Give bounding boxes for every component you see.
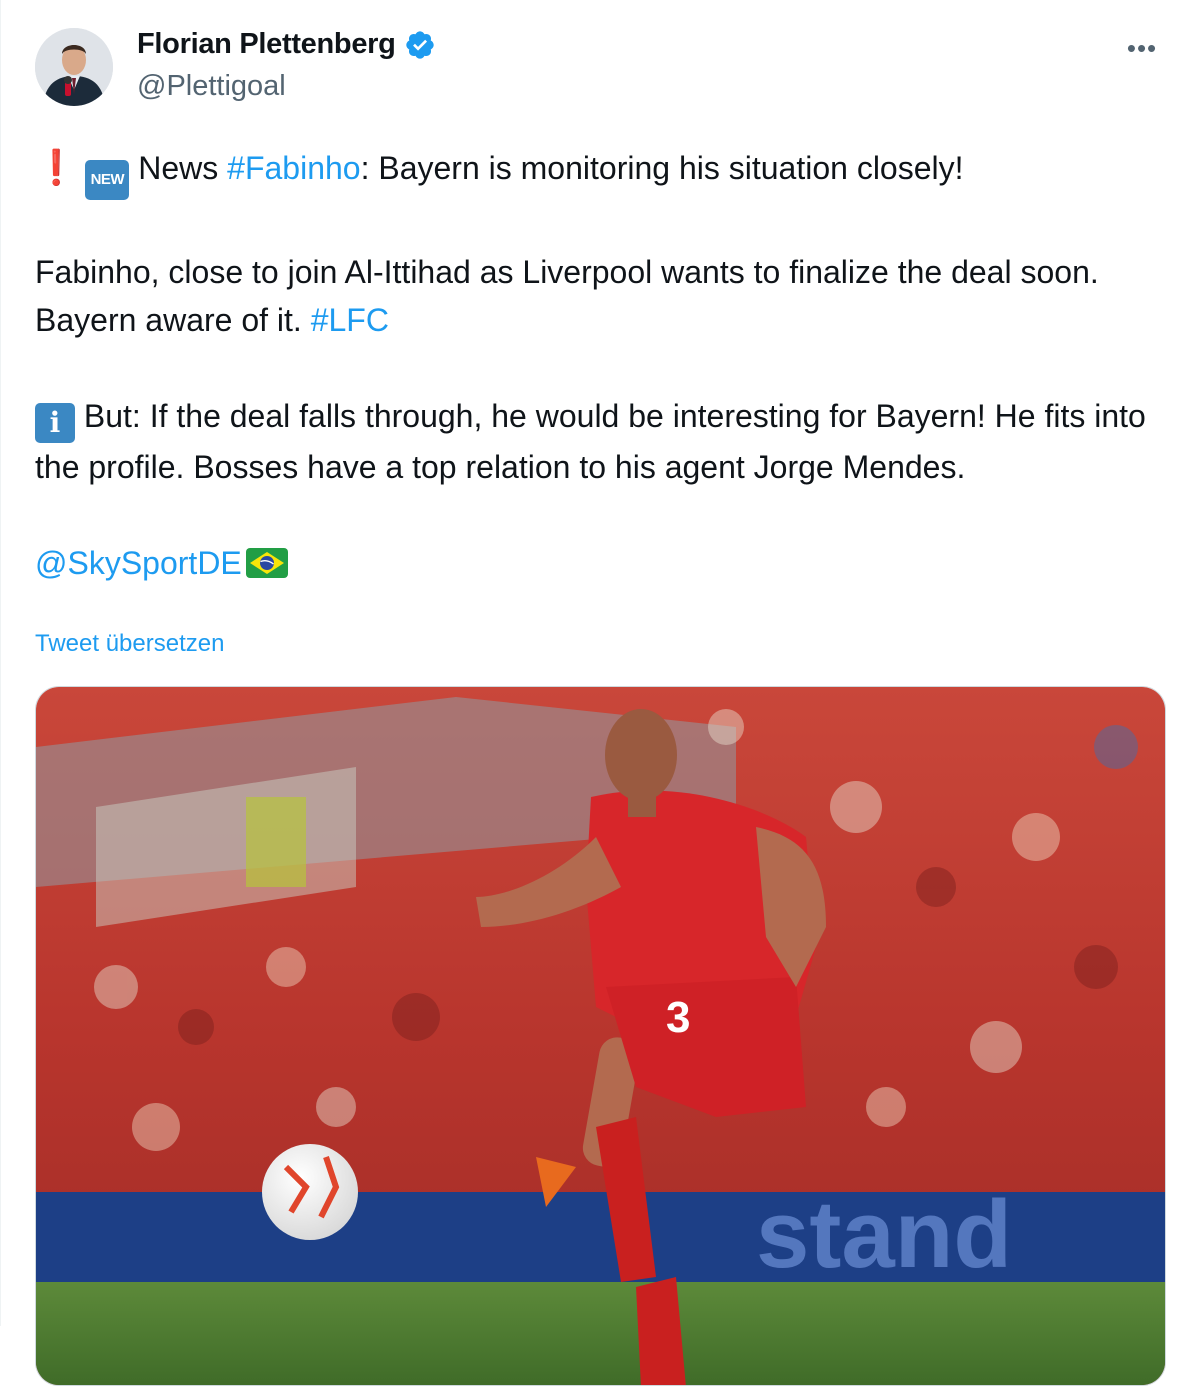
translate-tweet-link[interactable]: Tweet übersetzen bbox=[35, 630, 224, 658]
svg-text:stand: stand bbox=[756, 1181, 1012, 1288]
author-name-row: Florian Plettenberg bbox=[137, 28, 436, 61]
author-display-name[interactable]: Florian Plettenberg bbox=[137, 28, 396, 61]
tweet-text: ❗ NEW News #Fabinho: Bayern is monitoring… bbox=[35, 144, 1155, 587]
news-headline: : Bayern is monitoring his situation clo… bbox=[360, 150, 964, 186]
hashtag-lfc-link[interactable]: #LFC bbox=[311, 302, 389, 338]
avatar[interactable] bbox=[35, 28, 113, 106]
tweet-paragraph-3: i But: If the deal falls through, he wou… bbox=[35, 392, 1155, 491]
author-handle[interactable]: @Plettigoal bbox=[137, 70, 286, 103]
tweet-paragraph-4: @SkySportDE bbox=[35, 539, 1155, 587]
hashtag-fabinho-link[interactable]: #Fabinho bbox=[227, 150, 360, 186]
more-options-icon: ••• bbox=[1126, 32, 1158, 63]
more-options-button[interactable]: ••• bbox=[1124, 30, 1160, 66]
paragraph-2-text: Fabinho, close to join Al-Ittihad as Liv… bbox=[35, 254, 1099, 338]
svg-text:3: 3 bbox=[666, 993, 690, 1042]
verified-badge-icon bbox=[404, 29, 436, 61]
tweet-paragraph-2: Fabinho, close to join Al-Ittihad as Liv… bbox=[35, 248, 1155, 344]
new-badge-icon: NEW bbox=[85, 160, 130, 200]
info-icon: i bbox=[35, 403, 75, 443]
football-player-photo: stand 3 bbox=[36, 687, 1165, 1385]
tweet-paragraph-1: ❗ NEW News #Fabinho: Bayern is monitoring… bbox=[35, 144, 1155, 200]
tweet-card: Florian Plettenberg @Plettigoal ••• ❗ NEW… bbox=[0, 0, 1196, 1386]
news-prefix: News bbox=[138, 150, 228, 186]
exclamation-icon: ❗ bbox=[35, 149, 78, 187]
brazil-flag-icon bbox=[245, 543, 288, 578]
tweet-media-image[interactable]: stand 3 bbox=[35, 686, 1166, 1386]
paragraph-3-text: But: If the deal falls through, he would… bbox=[35, 398, 1146, 485]
mention-skysportde-link[interactable]: @SkySportDE bbox=[35, 545, 242, 581]
